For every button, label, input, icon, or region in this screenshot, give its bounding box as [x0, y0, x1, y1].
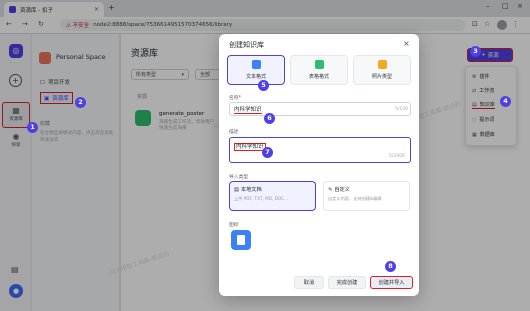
- table-type-icon: [315, 60, 324, 69]
- import-option-desc: 上传 PDF, TXT, MD, DOC…: [234, 196, 289, 201]
- name-label-text: 名称: [229, 96, 239, 101]
- name-input-value: 内科学知识: [234, 106, 262, 114]
- document-icon: [237, 235, 245, 245]
- document-icon: ▤: [234, 187, 239, 193]
- edit-icon: ✎: [328, 187, 333, 193]
- import-option-title: 本地文档: [240, 187, 262, 193]
- type-table-card[interactable]: 表格格式: [290, 55, 348, 85]
- description-textarea[interactable]: 内科学知识: [229, 137, 411, 163]
- name-counter: 5/100: [395, 107, 408, 112]
- required-mark: *: [238, 96, 242, 101]
- icon-field-label: 图标: [229, 223, 239, 228]
- desc-input-value: 内科学知识: [234, 143, 266, 151]
- finish-create-button[interactable]: 完成创建: [328, 276, 366, 289]
- name-input[interactable]: 内科学知识: [229, 102, 411, 116]
- type-text-card[interactable]: 文本格式: [227, 55, 285, 85]
- type-label: 照片类型: [371, 74, 392, 80]
- step-badge-6: 6: [264, 113, 275, 124]
- step-badge-1: 1: [27, 122, 38, 133]
- import-custom[interactable]: ✎ 自定义 自定义内容，支持创建&编辑: [323, 181, 410, 211]
- text-type-icon: [252, 60, 261, 69]
- image-type-icon: [378, 60, 387, 69]
- type-label: 文本格式: [245, 74, 266, 80]
- name-field-label: 名称*: [229, 94, 241, 101]
- import-option-desc: 自定义内容，支持创建&编辑: [328, 196, 382, 201]
- type-image-card[interactable]: 照片类型: [353, 55, 411, 85]
- dialog-title: 创建知识库: [229, 41, 264, 49]
- app-frame: 资源库 - 扣子 × + – □ × ← → ↻ ⚠ 不安全 node2:888…: [0, 0, 530, 311]
- type-label: 表格格式: [308, 74, 329, 80]
- import-type-label: 导入类型: [229, 175, 249, 180]
- create-and-import-button[interactable]: 创建并导入: [370, 276, 413, 289]
- desc-field-label: 描述: [229, 130, 239, 135]
- import-local-doc[interactable]: ▤ 本地文档 上传 PDF, TXT, MD, DOC…: [229, 181, 316, 211]
- step-badge-3: 3: [470, 46, 481, 57]
- step-badge-8: 8: [385, 261, 396, 272]
- import-option-title: 自定义: [334, 187, 350, 193]
- step-badge-7: 7: [262, 147, 273, 158]
- knowledge-icon-picker[interactable]: [231, 230, 251, 250]
- create-knowledge-dialog: 创建知识库 × 文本格式 表格格式 照片类型 名称* 内科学知识 5/100 描…: [219, 34, 419, 296]
- desc-counter: 5/2000: [389, 154, 405, 159]
- close-icon[interactable]: ×: [403, 39, 410, 48]
- step-badge-2: 2: [75, 97, 86, 108]
- step-badge-4: 4: [500, 96, 511, 107]
- cancel-button[interactable]: 取消: [294, 276, 324, 289]
- step-badge-5: 5: [258, 80, 269, 91]
